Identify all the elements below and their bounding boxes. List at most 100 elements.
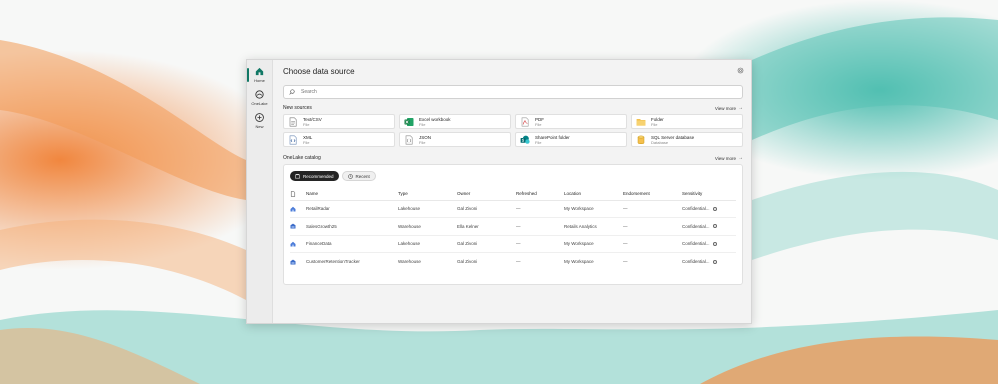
recent-pill[interactable]: Recent	[341, 171, 376, 181]
new-sources-grid: Text/CSV File Excel workbook File PDF File …	[283, 114, 743, 147]
cell-endorsement: —	[623, 200, 682, 218]
cell-refreshed: —	[516, 217, 564, 236]
cell-name: RetailRadar	[306, 200, 398, 218]
search-icon	[289, 89, 295, 95]
source-type: File	[419, 121, 426, 127]
rail-label-new: New	[255, 124, 264, 129]
lakehouse-icon	[290, 241, 296, 247]
new-sources-title: New sources	[283, 105, 312, 111]
recommended-pill[interactable]: Recommended	[290, 171, 339, 181]
table-row[interactable]: FinanceData Lakehouse Gal Zivoni — My Wo…	[290, 235, 736, 253]
info-icon[interactable]	[712, 241, 717, 246]
left-rail: Home OneLake New	[247, 60, 273, 323]
cell-type: Warehouse	[398, 217, 457, 236]
rail-item-new[interactable]: New	[247, 112, 273, 129]
info-icon[interactable]	[712, 224, 717, 229]
table-row[interactable]: CustomerRetentionTracker Warehouse Gal Z…	[290, 253, 736, 271]
source-card-sql-server[interactable]: SQL Server database Database	[631, 132, 743, 147]
catalog-view-more-label: View more	[714, 155, 736, 161]
json-icon	[405, 135, 413, 144]
home-icon	[255, 67, 264, 76]
arrow-right-icon: →	[738, 155, 743, 161]
cell-owner: Gal Zivoni	[457, 200, 516, 218]
new-sources-view-more-label: View more	[714, 105, 736, 111]
search-box[interactable]	[283, 85, 743, 99]
text-csv-icon	[289, 117, 297, 126]
column-header-endorsement[interactable]: Endorsement	[623, 188, 682, 201]
sensitivity-label: Confidential...	[682, 223, 710, 229]
sensitivity-label: Confidential...	[682, 241, 710, 247]
source-card-json[interactable]: JSON File	[399, 132, 511, 147]
column-header-type[interactable]: Type	[398, 188, 457, 201]
cell-owner: Gal Zivoni	[457, 259, 478, 264]
warehouse-icon-cell	[290, 217, 306, 236]
table-row[interactable]: RetailRadar Lakehouse Gal Zivoni — My Wo…	[290, 200, 736, 218]
recommended-label: Recommended	[303, 173, 334, 179]
cell-endorsement: —	[623, 259, 628, 264]
source-type: Database	[651, 139, 669, 145]
source-card-sharepoint[interactable]: SharePoint folder File	[515, 132, 627, 147]
main-panel: Choose data source New sources View more…	[273, 60, 751, 323]
catalog-view-more-link[interactable]: View more →	[715, 155, 743, 161]
cell-name: CustomerRetentionTracker	[306, 259, 360, 264]
dialog-title: Choose data source	[283, 67, 355, 76]
arrow-right-icon: →	[738, 105, 743, 111]
dialog-window: Home OneLake New Choose data source New …	[246, 59, 752, 324]
warehouse-icon	[290, 223, 296, 229]
cell-endorsement: —	[623, 235, 682, 253]
sensitivity-label: Confidential...	[682, 259, 710, 264]
cell-location: My Workspace	[564, 235, 623, 253]
source-card-pdf[interactable]: PDF File	[515, 114, 627, 129]
sharepoint-icon	[520, 135, 530, 144]
pdf-icon	[521, 117, 529, 126]
file-type-header	[290, 188, 306, 201]
source-type: File	[303, 121, 310, 127]
source-card-excel[interactable]: Excel workbook File	[399, 114, 511, 129]
recent-label: Recent	[355, 173, 370, 179]
cell-location: My Workspace	[564, 200, 623, 218]
rail-label-home: Home	[254, 78, 265, 83]
source-type: File	[651, 121, 658, 127]
column-header-refreshed[interactable]: Refreshed	[516, 188, 564, 201]
info-icon[interactable]	[712, 259, 717, 264]
cell-owner: Gal Zivoni	[457, 235, 516, 253]
lakehouse-icon	[290, 206, 296, 212]
excel-icon	[404, 117, 414, 126]
source-type: File	[303, 139, 310, 145]
recommended-icon	[295, 173, 300, 178]
cell-type: Lakehouse	[398, 200, 457, 218]
cell-location: My Workspace	[564, 259, 594, 264]
column-header-location[interactable]: Location	[564, 188, 623, 201]
column-header-name[interactable]: Name	[306, 188, 398, 201]
xml-icon	[289, 135, 297, 144]
cell-location: Retails Analytics	[564, 217, 623, 236]
clock-icon	[347, 173, 353, 179]
new-sources-header: New sources View more →	[283, 105, 743, 111]
column-header-owner[interactable]: Owner	[457, 188, 516, 201]
new-sources-view-more-link[interactable]: View more →	[715, 105, 743, 111]
cell-type: Warehouse	[398, 259, 421, 264]
source-card-xml[interactable]: XML File	[283, 132, 395, 147]
column-header-sensitivity[interactable]: Sensitivity	[682, 188, 736, 201]
sensitivity-label: Confidential...	[682, 206, 710, 212]
rail-item-onelake[interactable]: OneLake	[247, 89, 273, 106]
warehouse-icon-cell	[290, 253, 306, 271]
warehouse-icon	[290, 259, 296, 264]
source-card-folder[interactable]: Folder File	[631, 114, 743, 129]
cell-name: SalesGrowth25	[306, 217, 398, 236]
cell-refreshed: —	[516, 200, 564, 218]
table-header-row: Name Type Owner Refreshed Location Endor…	[290, 188, 736, 201]
cell-sensitivity: Confidential...	[682, 200, 736, 218]
table-row[interactable]: SalesGrowth25 Warehouse Ella Kelner — Re…	[290, 217, 736, 236]
lakehouse-icon-cell	[290, 235, 306, 253]
onelake-icon	[255, 90, 264, 99]
search-input[interactable]	[301, 89, 721, 95]
catalog-table: Name Type Owner Refreshed Location Endor…	[290, 188, 736, 270]
cell-sensitivity: Confidential...	[682, 253, 736, 271]
cell-name: FinanceData	[306, 235, 398, 253]
cell-owner: Ella Kelner	[457, 217, 516, 236]
info-icon[interactable]	[712, 206, 717, 211]
source-card-text-csv[interactable]: Text/CSV File	[283, 114, 395, 129]
gear-icon[interactable]	[737, 67, 744, 74]
rail-item-home[interactable]: Home	[247, 66, 273, 83]
